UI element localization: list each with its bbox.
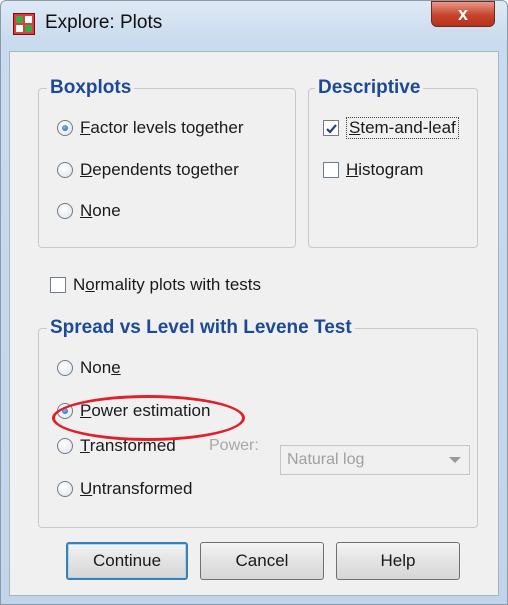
radio-indicator xyxy=(57,481,73,497)
check-mark-icon xyxy=(325,123,337,134)
close-icon: x xyxy=(457,4,468,24)
factor-levels-together-radio[interactable]: Factor levels together xyxy=(57,115,243,141)
untransformed-radio[interactable]: Untransformed xyxy=(57,476,192,502)
option-label: Factor levels together xyxy=(80,118,244,137)
highlight-ellipse xyxy=(52,395,245,441)
option-label: Untransformed xyxy=(80,479,193,498)
grid-app-icon xyxy=(13,13,35,35)
radio-indicator xyxy=(57,203,73,219)
title-bar[interactable]: Explore: Plots x xyxy=(1,1,507,45)
help-button[interactable]: Help xyxy=(336,542,460,580)
dependents-together-radio[interactable]: Dependents together xyxy=(57,157,239,183)
option-label: Stem-and-leaf xyxy=(346,117,459,139)
window-title: Explore: Plots xyxy=(45,12,163,33)
spread-none-radio[interactable]: None xyxy=(57,355,121,381)
continue-button[interactable]: Continue xyxy=(66,542,188,580)
descriptive-group: Descriptive Stem-and-leaf Histogram xyxy=(308,76,478,248)
close-button[interactable]: x xyxy=(431,1,495,27)
power-dropdown-value: Natural log xyxy=(287,451,365,468)
radio-indicator xyxy=(57,360,73,376)
power-label: Power: xyxy=(209,437,259,454)
checkbox-box xyxy=(50,277,66,293)
cancel-button[interactable]: Cancel xyxy=(200,542,324,580)
checkbox-box xyxy=(323,120,339,136)
normality-plots-checkbox[interactable]: Normality plots with tests xyxy=(50,272,261,298)
chevron-down-icon xyxy=(449,457,461,463)
dialog-body: Boxplots Factor levels together Dependen… xyxy=(9,51,499,596)
boxplots-legend: Boxplots xyxy=(47,76,135,100)
option-label: Histogram xyxy=(346,160,424,179)
spread-vs-level-legend: Spread vs Level with Levene Test xyxy=(47,316,355,340)
radio-indicator xyxy=(57,438,73,454)
radio-indicator xyxy=(57,162,73,178)
checkbox-box xyxy=(323,162,339,178)
stem-and-leaf-checkbox[interactable]: Stem-and-leaf xyxy=(323,115,459,141)
boxplots-none-radio[interactable]: None xyxy=(57,198,121,224)
boxplots-group: Boxplots Factor levels together Dependen… xyxy=(38,76,296,248)
option-label: Normality plots with tests xyxy=(73,275,262,294)
option-label: Dependents together xyxy=(80,160,239,179)
histogram-checkbox[interactable]: Histogram xyxy=(323,157,423,183)
radio-indicator xyxy=(57,120,73,136)
option-label: None xyxy=(80,201,121,220)
descriptive-legend: Descriptive xyxy=(315,76,424,100)
dialog-window: Explore: Plots x Boxplots Factor levels … xyxy=(0,0,508,605)
option-label: None xyxy=(80,358,121,377)
power-dropdown[interactable]: Natural log xyxy=(280,445,470,475)
